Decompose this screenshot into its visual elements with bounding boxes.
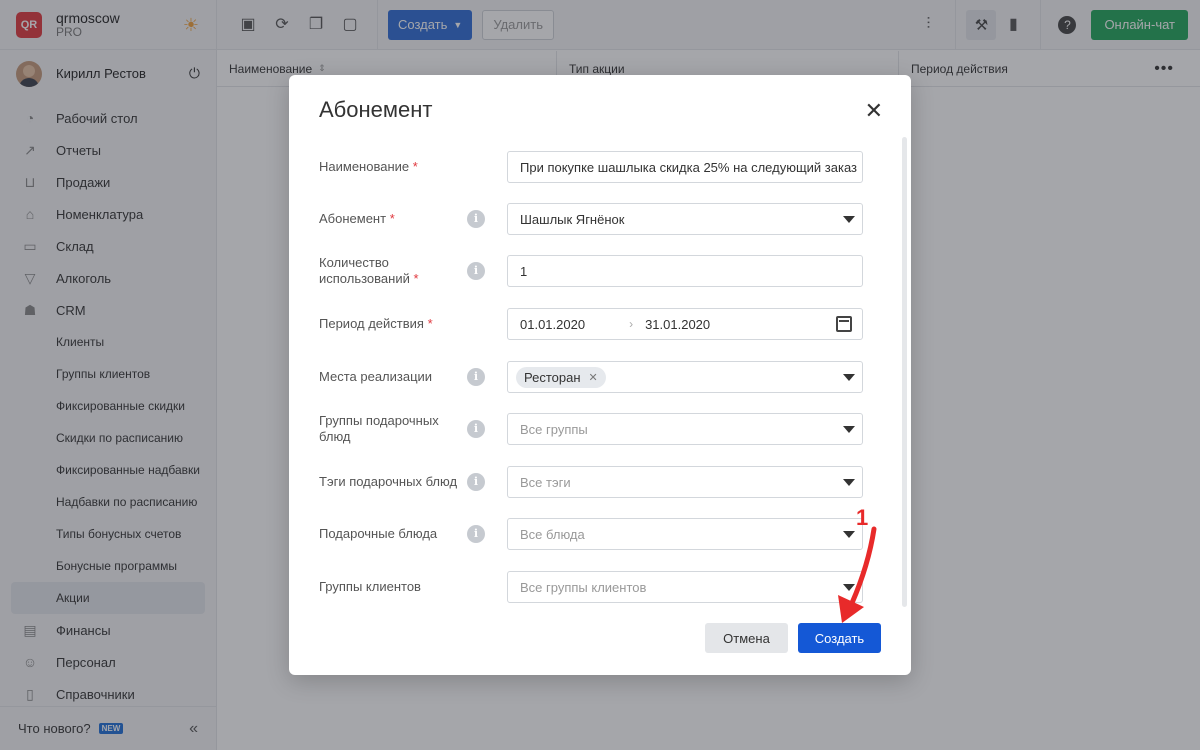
form-row-name: Наименование * При покупке шашлыка скидк…	[319, 151, 864, 183]
tag-label: Ресторан	[524, 369, 581, 385]
form-row-places: Места реализации i Ресторан ✕	[319, 361, 864, 393]
field-label: Группы подарочных блюд	[319, 413, 439, 444]
cancel-button[interactable]: Отмена	[705, 623, 788, 653]
field-label: Период действия *	[319, 316, 433, 331]
chevron-down-icon	[843, 425, 855, 433]
period-from[interactable]: 01.01.2020	[520, 317, 585, 332]
scrollbar[interactable]	[902, 137, 907, 607]
period-range-picker[interactable]: 01.01.2020 › 31.01.2020	[507, 308, 863, 340]
selected-tag: Ресторан ✕	[516, 366, 606, 388]
name-value: При покупке шашлыка скидка 25% на следую…	[520, 159, 858, 175]
close-icon[interactable]: ✕	[865, 100, 883, 122]
client-groups-placeholder: Все группы клиентов	[520, 579, 647, 595]
gift-dishes-placeholder: Все блюда	[520, 526, 585, 542]
form-row-uses: Количество использований * i 1	[319, 255, 864, 287]
gift-dishes-select[interactable]: Все блюда	[507, 518, 863, 550]
uses-count-input[interactable]: 1	[507, 255, 863, 287]
field-label: Подарочные блюда	[319, 526, 438, 541]
form-row-period: Период действия * 01.01.2020 › 31.01.202…	[319, 308, 864, 340]
gift-tags-select[interactable]: Все тэги	[507, 466, 863, 498]
form-row-subscription: Абонемент * i Шашлык Ягнёнок	[319, 203, 864, 235]
info-icon[interactable]: i	[467, 473, 485, 491]
name-input[interactable]: При покупке шашлыка скидка 25% на следую…	[507, 151, 863, 183]
create-button[interactable]: Создать	[798, 623, 881, 653]
range-arrow-icon: ›	[629, 317, 634, 331]
info-icon[interactable]: i	[467, 210, 485, 228]
field-label: Тэги подарочных блюд	[319, 474, 458, 489]
annotation-arrow-icon	[838, 526, 877, 623]
gift-tags-placeholder: Все тэги	[520, 474, 571, 490]
field-label: Наименование *	[319, 159, 418, 174]
form-row-gift-groups: Группы подарочных блюд i Все группы	[319, 413, 864, 445]
uses-count-value: 1	[520, 263, 528, 279]
period-to[interactable]: 31.01.2020	[645, 317, 710, 332]
subscription-value: Шашлык Ягнёнок	[520, 211, 625, 227]
field-label: Места реализации	[319, 369, 433, 384]
places-multiselect[interactable]: Ресторан ✕	[507, 361, 863, 393]
field-label: Группы клиентов	[319, 579, 421, 594]
field-label: Количество использований *	[319, 255, 419, 286]
chevron-down-icon	[843, 478, 855, 486]
info-icon[interactable]: i	[467, 525, 485, 543]
client-groups-select[interactable]: Все группы клиентов	[507, 571, 863, 603]
form-row-gift-dishes: Подарочные блюда i Все блюда	[319, 518, 864, 550]
form-row-client-groups: Группы клиентов Все группы клиентов	[319, 571, 864, 603]
dialog-title: Абонемент	[319, 97, 433, 122]
chevron-down-icon	[843, 373, 855, 381]
subscription-dialog: Абонемент ✕ Наименование * При покупке ш…	[289, 75, 911, 675]
form-row-gift-tags: Тэги подарочных блюд i Все тэги	[319, 466, 864, 498]
remove-tag-icon[interactable]: ✕	[589, 371, 598, 384]
gift-groups-placeholder: Все группы	[520, 421, 588, 437]
subscription-select[interactable]: Шашлык Ягнёнок	[507, 203, 863, 235]
calendar-icon[interactable]	[836, 316, 852, 332]
info-icon[interactable]: i	[467, 262, 485, 280]
info-icon[interactable]: i	[467, 420, 485, 438]
field-label: Абонемент *	[319, 211, 395, 226]
chevron-down-icon	[843, 215, 855, 223]
gift-groups-select[interactable]: Все группы	[507, 413, 863, 445]
info-icon[interactable]: i	[467, 368, 485, 386]
